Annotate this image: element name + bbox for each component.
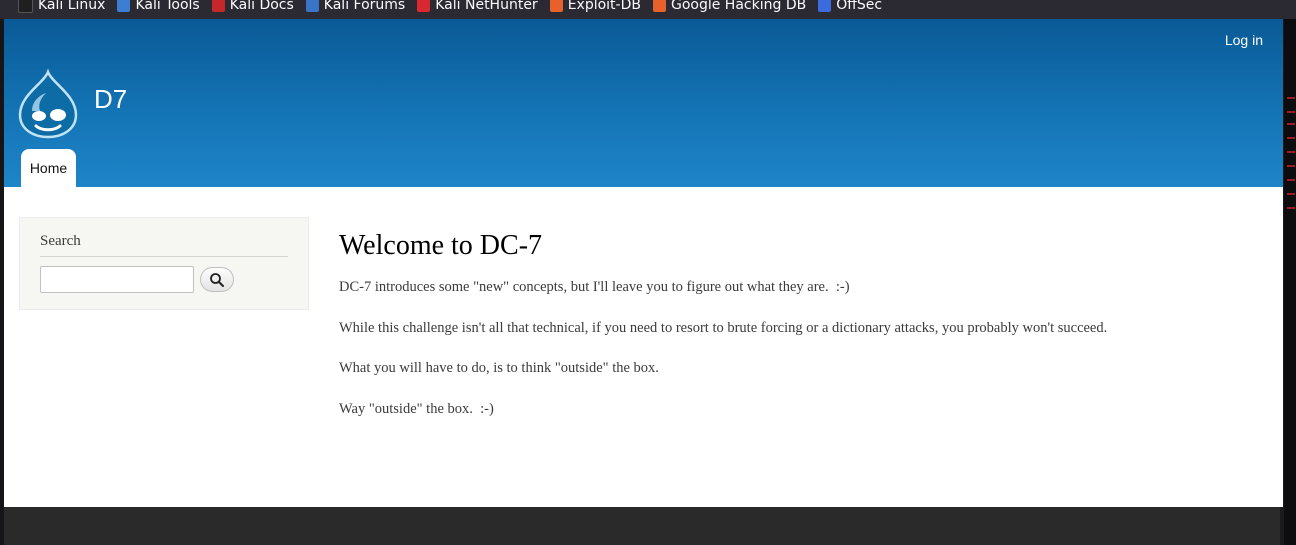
search-block-divider bbox=[40, 256, 288, 257]
bookmarks-toolbar: Kali Linux Kali Tools Kali Docs Kali For… bbox=[0, 0, 1296, 19]
search-block-title: Search bbox=[40, 233, 81, 249]
bookmark-label: OffSec bbox=[836, 0, 883, 13]
kali-docs-icon bbox=[211, 0, 225, 12]
terminal-text-fragment bbox=[1287, 207, 1295, 209]
bookmark-label: Kali NetHunter bbox=[435, 0, 538, 13]
browser-viewport: Log in D7 Home Search Welcome to DC-7 DC… bbox=[4, 19, 1283, 507]
terminal-text-fragment bbox=[1287, 97, 1295, 99]
main-content: Welcome to DC-7 DC-7 introduces some "ne… bbox=[339, 229, 1239, 417]
background-terminal-edge bbox=[1284, 19, 1296, 545]
drupal-drop-icon bbox=[18, 68, 78, 139]
site-name[interactable]: D7 bbox=[94, 84, 127, 115]
login-link[interactable]: Log in bbox=[1225, 32, 1263, 48]
exploit-db-icon bbox=[549, 0, 563, 12]
bookmark-exploit-db[interactable]: Exploit-DB bbox=[549, 0, 641, 13]
bookmark-kali-linux[interactable]: Kali Linux bbox=[18, 0, 105, 13]
site-footer bbox=[4, 507, 1280, 545]
bookmark-label: Kali Forums bbox=[323, 0, 406, 13]
bookmark-label: Google Hacking DB bbox=[670, 0, 807, 13]
terminal-text-fragment bbox=[1287, 123, 1295, 125]
kali-tools-icon bbox=[117, 0, 131, 12]
kali-dragon-icon bbox=[18, 0, 33, 13]
bookmark-kali-tools[interactable]: Kali Tools bbox=[117, 0, 200, 13]
body-paragraph: Way "outside" the box. :-) bbox=[339, 401, 494, 417]
bookmark-kali-nethunter[interactable]: Kali NetHunter bbox=[417, 0, 538, 13]
drupal-drop-logo[interactable] bbox=[18, 68, 78, 139]
body-paragraph: DC-7 introduces some "new" concepts, but… bbox=[339, 279, 850, 295]
bookmark-kali-docs[interactable]: Kali Docs bbox=[211, 0, 294, 13]
tab-home[interactable]: Home bbox=[21, 149, 76, 187]
terminal-text-fragment bbox=[1287, 137, 1295, 139]
page-title: Welcome to DC-7 bbox=[339, 230, 543, 261]
search-block: Search bbox=[19, 217, 309, 310]
terminal-text-fragment bbox=[1287, 151, 1295, 153]
bookmark-label: Kali Tools bbox=[135, 0, 200, 13]
site-header: Log in D7 Home bbox=[4, 19, 1283, 187]
bookmark-label: Exploit-DB bbox=[567, 0, 641, 13]
search-icon bbox=[210, 272, 224, 287]
search-input[interactable] bbox=[40, 266, 194, 293]
bookmark-label: Kali Docs bbox=[229, 0, 294, 13]
kali-nethunter-icon bbox=[417, 0, 431, 12]
terminal-text-fragment bbox=[1287, 193, 1295, 195]
bookmark-offsec[interactable]: OffSec bbox=[818, 0, 882, 13]
terminal-text-fragment bbox=[1287, 111, 1295, 113]
bookmark-label: Kali Linux bbox=[38, 0, 106, 13]
bookmarks-list: Kali Linux Kali Tools Kali Docs Kali For… bbox=[18, 0, 894, 16]
bookmark-kali-forums[interactable]: Kali Forums bbox=[305, 0, 406, 13]
kali-forums-icon bbox=[305, 0, 319, 12]
offsec-icon bbox=[818, 0, 832, 12]
ghdb-icon bbox=[652, 0, 666, 12]
bookmark-google-hacking-db[interactable]: Google Hacking DB bbox=[652, 0, 807, 13]
terminal-text-fragment bbox=[1287, 165, 1295, 167]
terminal-text-fragment bbox=[1287, 179, 1295, 181]
body-paragraph: What you will have to do, is to think "o… bbox=[339, 360, 659, 376]
body-paragraph: While this challenge isn't all that tech… bbox=[339, 320, 1108, 336]
search-button[interactable] bbox=[200, 267, 234, 292]
